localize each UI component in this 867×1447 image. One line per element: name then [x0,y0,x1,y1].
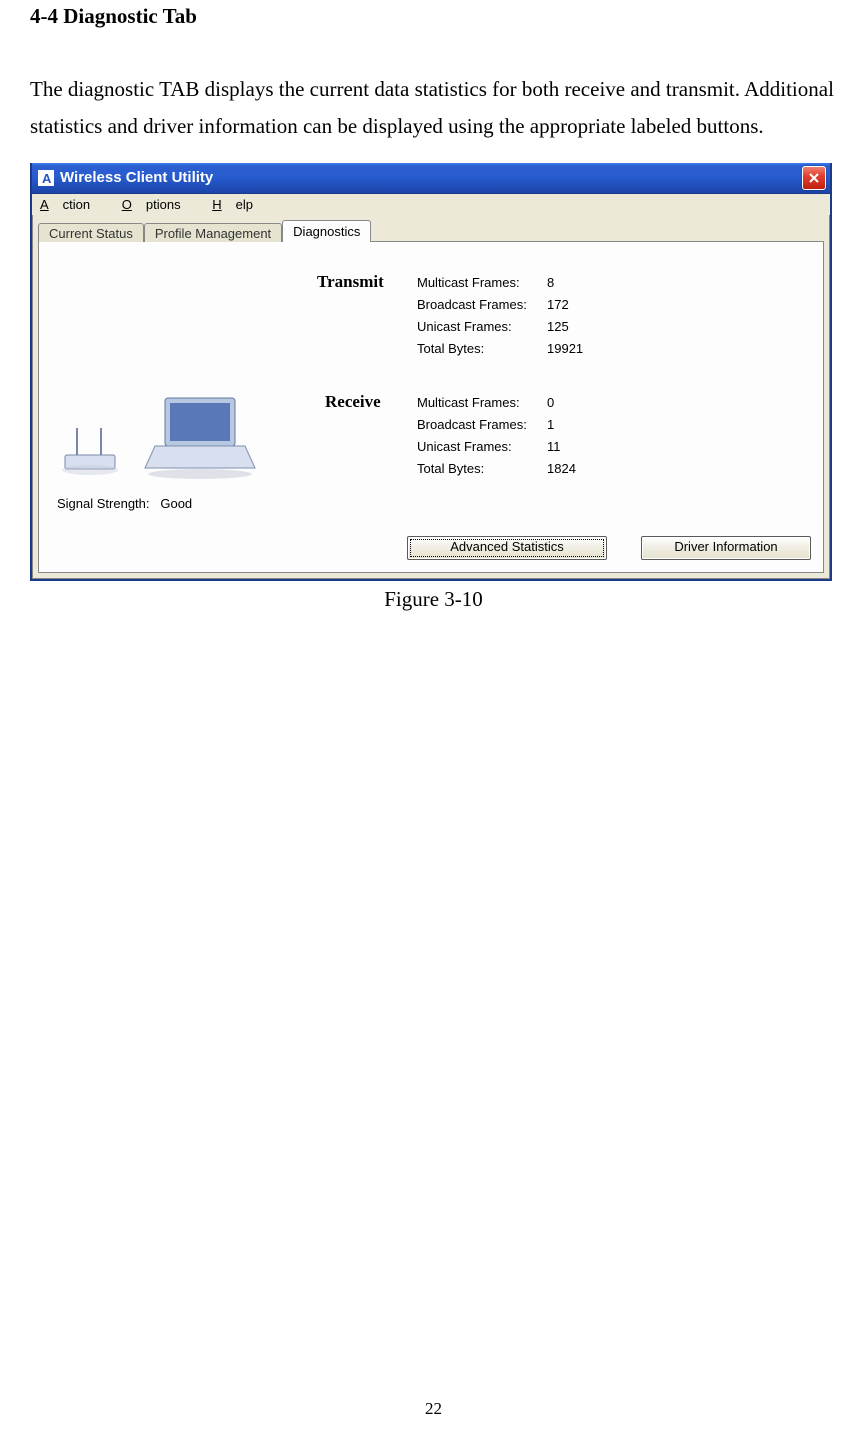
tab-content: Transmit Multicast Frames:8 Broadcast Fr… [38,242,824,573]
section-heading: 4-4 Diagnostic Tab [30,0,837,29]
app-icon: A [38,170,54,186]
stat-row: Broadcast Frames:1 [417,414,607,436]
body-paragraph: The diagnostic TAB displays the current … [30,71,837,145]
tab-profile-management[interactable]: Profile Management [144,223,282,243]
close-icon[interactable] [802,166,826,190]
page-number: 22 [0,1399,867,1419]
receive-heading: Receive [325,392,381,412]
transmit-heading: Transmit [317,272,384,292]
figure-caption: Figure 3-10 [30,587,837,612]
signal-strength-value: Good [160,496,192,511]
laptop-icon [137,390,257,480]
stat-row: Unicast Frames:11 [417,436,607,458]
stat-row: Broadcast Frames:172 [417,294,607,316]
receive-stats: Multicast Frames:0 Broadcast Frames:1 Un… [417,392,607,480]
tab-current-status[interactable]: Current Status [38,223,144,243]
stat-row: Unicast Frames:125 [417,316,607,338]
tab-diagnostics[interactable]: Diagnostics [282,220,371,242]
driver-information-button[interactable]: Driver Information [641,536,811,560]
advanced-statistics-button[interactable]: Advanced Statistics [407,536,607,560]
router-icon [57,410,127,480]
menu-options[interactable]: Options [122,197,195,212]
signal-strength-label: Signal Strength: [57,496,150,511]
stat-row: Total Bytes:1824 [417,458,607,480]
menu-action[interactable]: Action [40,197,104,212]
menu-help[interactable]: Help [212,197,267,212]
signal-area: Signal Strength: Good [57,390,307,511]
transmit-stats: Multicast Frames:8 Broadcast Frames:172 … [417,272,607,360]
svg-text:A: A [42,171,52,185]
stat-row: Multicast Frames:0 [417,392,607,414]
signal-illustration [57,390,307,480]
app-window: A Wireless Client Utility Action Options… [30,163,832,581]
tab-row: Current Status Profile Management Diagno… [38,219,824,242]
stat-row: Total Bytes:19921 [417,338,607,360]
window-title: Wireless Client Utility [60,169,802,186]
stat-row: Multicast Frames:8 [417,272,607,294]
menubar: Action Options Help [32,194,830,215]
titlebar: A Wireless Client Utility [32,163,830,194]
